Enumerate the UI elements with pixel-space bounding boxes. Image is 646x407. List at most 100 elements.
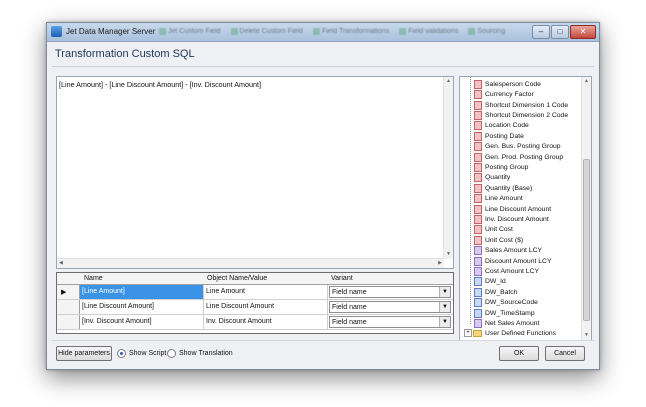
tree-item[interactable]: Discount Amount LCY — [474, 256, 552, 267]
scrollbar-thumb[interactable] — [583, 159, 590, 321]
param-value-cell[interactable]: Line Discount Amount — [204, 300, 328, 314]
script-text[interactable]: [Line Amount] - [Line Discount Amount] -… — [59, 80, 261, 89]
chevron-down-icon[interactable]: ▼ — [439, 287, 450, 297]
tree-item[interactable]: Net Sales Amount — [474, 318, 539, 329]
field-icon — [474, 204, 482, 214]
column-header-variant[interactable]: Variant — [331, 275, 353, 282]
tree-item-label: Currency Factor — [485, 91, 534, 99]
script-editor[interactable]: [Line Amount] - [Line Discount Amount] -… — [56, 76, 454, 269]
tree-item-label: Salesperson Code — [485, 80, 541, 88]
param-name-cell[interactable]: [Line Discount Amount] — [80, 300, 204, 314]
tree-item[interactable]: User Defined Functions — [473, 329, 556, 340]
tree-item[interactable]: Unit Cost — [474, 225, 513, 236]
maximize-button[interactable]: □ — [551, 25, 569, 39]
tree-item-label: Line Amount — [485, 195, 523, 203]
script-horizontal-scrollbar[interactable]: ◀ ▶ — [57, 258, 444, 268]
tree-connector-line — [470, 77, 471, 324]
tree-item[interactable]: Quantity (Base) — [474, 183, 532, 194]
tree-item-label: DW_SourceCode — [485, 299, 538, 307]
system-field-icon — [474, 308, 482, 318]
tree-item[interactable]: Posting Group — [474, 162, 528, 173]
tree-item[interactable]: Salesperson Code — [474, 79, 541, 90]
tree-item-label: Cost Amount LCY — [485, 267, 540, 275]
minimize-button[interactable]: – — [532, 25, 550, 39]
cancel-button[interactable]: Cancel — [545, 346, 585, 361]
custom-field-icon — [474, 266, 482, 276]
tree-item[interactable]: Gen. Bus. Posting Group — [474, 141, 561, 152]
field-icon — [474, 142, 482, 152]
expand-icon[interactable]: + — [464, 329, 472, 337]
background-tab: Field validations — [399, 26, 458, 37]
field-icon — [474, 131, 482, 141]
close-button[interactable]: ✕ — [570, 25, 596, 39]
tree-item-label: Shortcut Dimension 1 Code — [485, 101, 569, 109]
tab-icon — [399, 28, 407, 35]
scroll-down-icon[interactable]: ▼ — [584, 333, 589, 338]
param-value-cell[interactable]: Line Amount — [204, 285, 328, 299]
table-row[interactable]: [Inv. Discount Amount] Inv. Discount Amo… — [57, 315, 453, 330]
tree-item[interactable]: Line Amount — [474, 193, 523, 204]
scroll-up-icon[interactable]: ▲ — [446, 79, 451, 84]
tree-item[interactable]: Gen. Prod. Posting Group — [474, 152, 563, 163]
radio-checked-icon[interactable] — [117, 349, 126, 358]
tree-item[interactable]: Posting Date — [474, 131, 524, 142]
tree-item[interactable]: Line Discount Amount — [474, 204, 551, 215]
ok-button[interactable]: OK — [499, 346, 539, 361]
tree-item[interactable]: Shortcut Dimension 2 Code — [474, 110, 568, 121]
show-translation-radio[interactable]: Show Translation — [167, 349, 233, 358]
tree-item[interactable]: DW_Batch — [474, 287, 517, 298]
tree-item-label: Quantity (Base) — [485, 184, 533, 192]
scroll-down-icon[interactable]: ▼ — [446, 252, 451, 257]
script-vertical-scrollbar[interactable]: ▲ ▼ — [443, 77, 453, 259]
tree-item-label: Posting Date — [485, 132, 524, 140]
column-header-name[interactable]: Name — [84, 275, 103, 282]
scroll-right-icon[interactable]: ▶ — [438, 261, 442, 266]
field-icon — [474, 225, 482, 235]
tree-item-label: Inv. Discount Amount — [485, 215, 549, 223]
row-header[interactable] — [57, 300, 80, 314]
tree-item[interactable]: DW_TimeStamp — [474, 308, 535, 319]
field-icon — [474, 183, 482, 193]
column-header-object-name[interactable]: Object Name/Value — [207, 275, 267, 282]
tree-item[interactable]: Cost Amount LCY — [474, 266, 539, 277]
custom-field-icon — [474, 246, 482, 256]
variant-dropdown[interactable]: Field name ▼ — [329, 316, 451, 328]
tree-item[interactable]: Unit Cost ($) — [474, 235, 523, 246]
field-icon — [474, 173, 482, 183]
tree-item-label: Posting Group — [485, 163, 529, 171]
tab-icon — [468, 28, 476, 35]
tree-item-label: User Defined Functions — [485, 330, 557, 338]
row-header[interactable] — [57, 315, 80, 329]
scroll-left-icon[interactable]: ◀ — [59, 261, 63, 266]
param-name-cell[interactable]: [Inv. Discount Amount] — [80, 315, 204, 329]
chevron-down-icon[interactable]: ▼ — [439, 317, 450, 327]
chevron-down-icon[interactable]: ▼ — [439, 302, 450, 312]
param-name-cell[interactable]: [Line Amount] — [80, 285, 204, 299]
variant-dropdown[interactable]: Field name ▼ — [329, 301, 451, 313]
param-value-cell[interactable]: Inv. Discount Amount — [204, 315, 328, 329]
table-row[interactable]: [Line Discount Amount] Line Discount Amo… — [57, 300, 453, 315]
field-tree[interactable]: Salesperson Code Currency Factor Shortcut … — [459, 76, 592, 341]
tree-item[interactable]: Location Code — [474, 121, 529, 132]
footer-divider — [52, 340, 594, 341]
show-script-label: Show Script — [129, 350, 167, 357]
row-header[interactable]: ▶ — [57, 285, 80, 299]
scroll-up-icon[interactable]: ▲ — [584, 79, 589, 84]
radio-unchecked-icon[interactable] — [167, 349, 176, 358]
custom-field-icon — [474, 318, 482, 328]
tree-item[interactable]: Quantity — [474, 173, 510, 184]
show-script-radio[interactable]: Show Script — [117, 349, 166, 358]
hide-parameters-button[interactable]: Hide parameters — [56, 346, 112, 361]
tree-item[interactable]: Shortcut Dimension 1 Code — [474, 100, 568, 111]
tree-vertical-scrollbar[interactable]: ▲ ▼ — [581, 77, 591, 340]
tree-item[interactable]: DW_Id — [474, 277, 506, 288]
system-field-icon — [474, 277, 482, 287]
field-icon — [474, 214, 482, 224]
tree-item[interactable]: Inv. Discount Amount — [474, 214, 549, 225]
system-field-icon — [474, 287, 482, 297]
variant-dropdown[interactable]: Field name ▼ — [329, 286, 451, 298]
table-row[interactable]: ▶ [Line Amount] Line Amount Field name ▼ — [57, 285, 453, 300]
tree-item[interactable]: Currency Factor — [474, 89, 534, 100]
tree-item[interactable]: Sales Amount LCY — [474, 245, 542, 256]
tree-item[interactable]: DW_SourceCode — [474, 297, 538, 308]
